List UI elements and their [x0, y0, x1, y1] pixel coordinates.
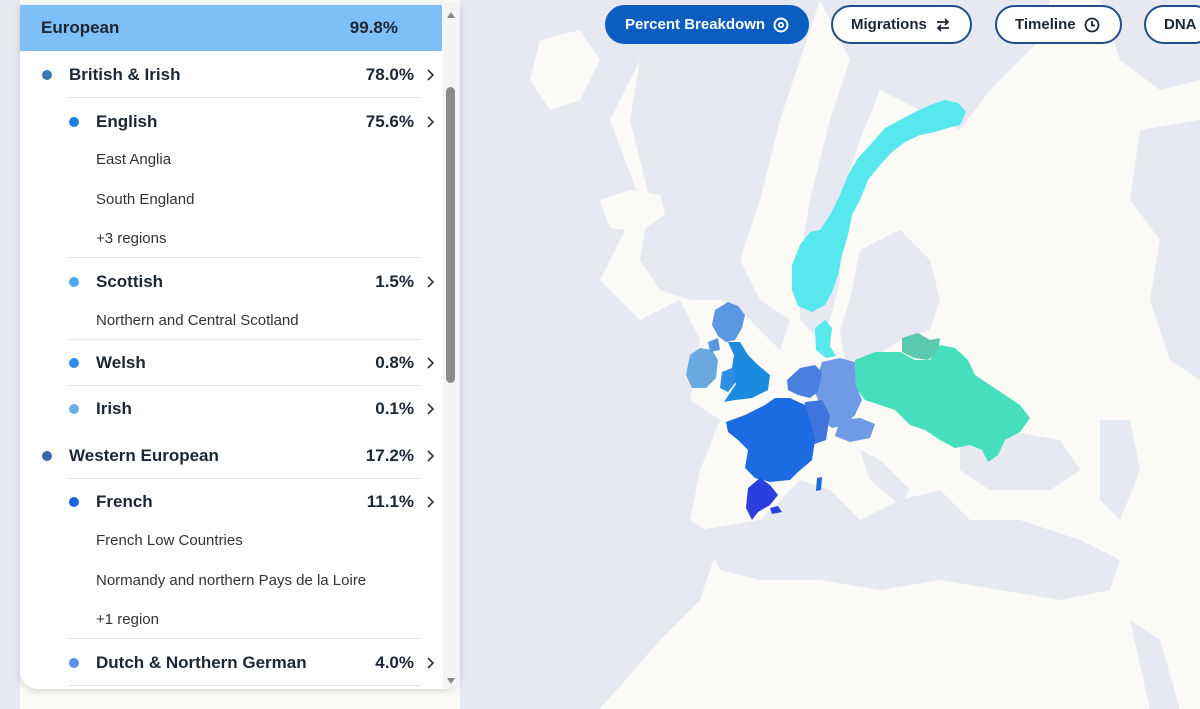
group-row-british-irish[interactable]: British & Irish 78.0%: [20, 52, 442, 98]
group-label: British & Irish: [69, 65, 181, 84]
region-item[interactable]: French Low Countries: [96, 525, 243, 555]
region-item[interactable]: South England: [96, 184, 194, 214]
scroll-up-arrow-icon[interactable]: [447, 12, 455, 18]
color-dot: [42, 451, 52, 461]
region-item[interactable]: East Anglia: [96, 144, 171, 174]
chevron-right-icon: [427, 403, 435, 415]
group-label: Welsh: [96, 353, 146, 372]
chevron-right-icon: [427, 276, 435, 288]
chevron-right-icon: [427, 496, 435, 508]
group-row-scottish[interactable]: Scottish 1.5%: [69, 259, 442, 305]
group-label: Western European: [69, 446, 219, 465]
breakdown-icon: [773, 17, 789, 32]
color-dot: [69, 277, 79, 287]
percent-breakdown-label: Percent Breakdown: [625, 16, 766, 33]
group-percent: 0.8%: [375, 353, 414, 372]
group-row-english[interactable]: English 75.6%: [69, 99, 442, 145]
group-row-dutch-northern-german[interactable]: Dutch & Northern German 4.0%: [69, 640, 442, 686]
region-item[interactable]: Normandy and northern Pays de la Loire: [96, 565, 366, 595]
swap-arrows-icon: [936, 17, 950, 32]
divider: [69, 97, 420, 98]
color-dot: [69, 117, 79, 127]
divider: [69, 257, 420, 258]
color-dot: [69, 497, 79, 507]
clock-icon: [1084, 17, 1099, 32]
color-dot: [42, 70, 52, 80]
region-item-more[interactable]: +1 region: [96, 604, 159, 634]
group-label: Scottish: [96, 272, 164, 291]
group-percent: 17.2%: [365, 446, 414, 465]
group-row-western-european[interactable]: Western European 17.2%: [20, 433, 442, 479]
group-percent: 78.0%: [365, 65, 414, 84]
group-label: French: [96, 492, 153, 511]
header-percent: 99.8%: [349, 18, 398, 37]
group-row-french[interactable]: French 11.1%: [69, 479, 442, 525]
group-percent: 4.0%: [375, 653, 414, 672]
divider: [69, 638, 420, 639]
migrations-button[interactable]: Migrations: [831, 5, 972, 44]
group-label: English: [96, 112, 158, 131]
group-label: Irish: [96, 399, 132, 418]
region-item[interactable]: Northern and Central Scotland: [96, 305, 299, 335]
color-dot: [69, 404, 79, 414]
dna-button[interactable]: DNA: [1144, 5, 1200, 44]
group-percent: 11.1%: [366, 492, 414, 511]
panel-scrollbar[interactable]: [443, 5, 460, 689]
scroll-down-arrow-icon[interactable]: [447, 678, 455, 684]
group-percent: 0.1%: [375, 399, 414, 418]
ancestry-breakdown-panel: European 99.8% British & Irish 78.0% Eng…: [20, 5, 460, 689]
color-dot: [69, 658, 79, 668]
group-percent: 75.6%: [365, 112, 414, 131]
color-dot: [69, 358, 79, 368]
chevron-right-icon: [427, 657, 435, 669]
timeline-label: Timeline: [1015, 16, 1076, 33]
region-item-more[interactable]: +3 regions: [96, 223, 166, 253]
group-label: Dutch & Northern German: [96, 653, 307, 672]
migrations-label: Migrations: [851, 16, 927, 33]
chevron-right-icon: [427, 357, 435, 369]
chevron-right-icon: [427, 116, 435, 128]
dna-label: DNA: [1164, 16, 1197, 33]
group-row-welsh[interactable]: Welsh 0.8%: [69, 340, 442, 386]
scroll-thumb[interactable]: [446, 87, 455, 383]
group-row-irish[interactable]: Irish 0.1%: [69, 386, 442, 432]
divider: [69, 685, 420, 686]
chevron-right-icon: [427, 69, 435, 81]
percent-breakdown-button[interactable]: Percent Breakdown: [605, 5, 809, 44]
header-label: European: [41, 18, 120, 37]
timeline-button[interactable]: Timeline: [995, 5, 1122, 44]
chevron-right-icon: [427, 450, 435, 462]
panel-header-european[interactable]: European 99.8%: [20, 5, 442, 51]
group-percent: 1.5%: [375, 272, 414, 291]
